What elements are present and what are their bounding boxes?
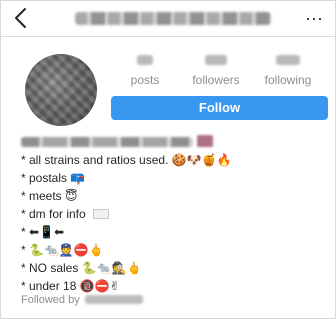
followed-by-label: Followed by: [21, 294, 80, 306]
username-blurred: [75, 12, 271, 25]
bio-text: * postals: [21, 171, 68, 185]
bio-line: * dm for info: [21, 205, 321, 223]
bio-line: * all strains and ratios used. 🍪🐶🍯🔥: [21, 151, 321, 169]
followers-number-blurred: [205, 55, 227, 65]
bio-emoji: 🍪🐶🍯🔥: [171, 153, 232, 167]
bio-text: * all strains and ratios used.: [21, 153, 169, 167]
mailbox-icon: 📪: [70, 171, 86, 185]
snake-rat-cop-icon: 🐍🐀👮⛔🖕: [29, 243, 104, 257]
underage-no-icon: 🔞⛔✌: [79, 279, 120, 293]
bio-line: * 🐍🐀👮⛔🖕: [21, 241, 321, 259]
followers-label: followers: [192, 73, 240, 87]
bio-text: * dm for info: [21, 207, 86, 221]
top-navigation-bar: ···: [1, 1, 335, 37]
bio-line: * meets 😇: [21, 187, 321, 205]
bio-text: * NO sales: [21, 261, 79, 275]
followed-by-names-blurred[interactable]: [85, 295, 143, 304]
bio: * all strains and ratios used. 🍪🐶🍯🔥 * po…: [21, 151, 321, 295]
name-emoji-blurred: [197, 135, 213, 147]
bio-line: * under 18 🔞⛔✌: [21, 277, 321, 295]
snake-rat-detective-icon: 🐍🐀🕵🖕: [81, 261, 142, 275]
following-number-blurred: [276, 55, 300, 65]
halo-face-icon: 😇: [65, 189, 78, 203]
bio-text: *: [21, 243, 26, 257]
bio-text: *: [21, 225, 26, 239]
chevron-left-icon[interactable]: [13, 7, 33, 31]
arrow-phone-icon: ⬅📱⬅: [29, 225, 65, 239]
more-options-icon[interactable]: ···: [301, 8, 327, 28]
posts-number-blurred: [137, 55, 153, 65]
posts-label: posts: [130, 73, 160, 87]
follow-button[interactable]: Follow: [111, 96, 328, 120]
bio-text: * under 18: [21, 279, 77, 293]
posts-count[interactable]: posts: [105, 55, 185, 87]
following-label: following: [264, 73, 312, 87]
bio-text: * meets: [21, 189, 62, 203]
display-name-blurred: [21, 137, 193, 147]
followers-count[interactable]: followers: [176, 55, 256, 87]
profile-screen: ··· posts followers following Follow * a…: [0, 0, 336, 319]
bio-line: * ⬅📱⬅: [21, 223, 321, 241]
bio-line: * postals 📪: [21, 169, 321, 187]
avatar[interactable]: [25, 54, 97, 126]
envelope-icon: [93, 209, 110, 219]
following-count[interactable]: following: [248, 55, 328, 87]
bio-line: * NO sales 🐍🐀🕵🖕: [21, 259, 321, 277]
